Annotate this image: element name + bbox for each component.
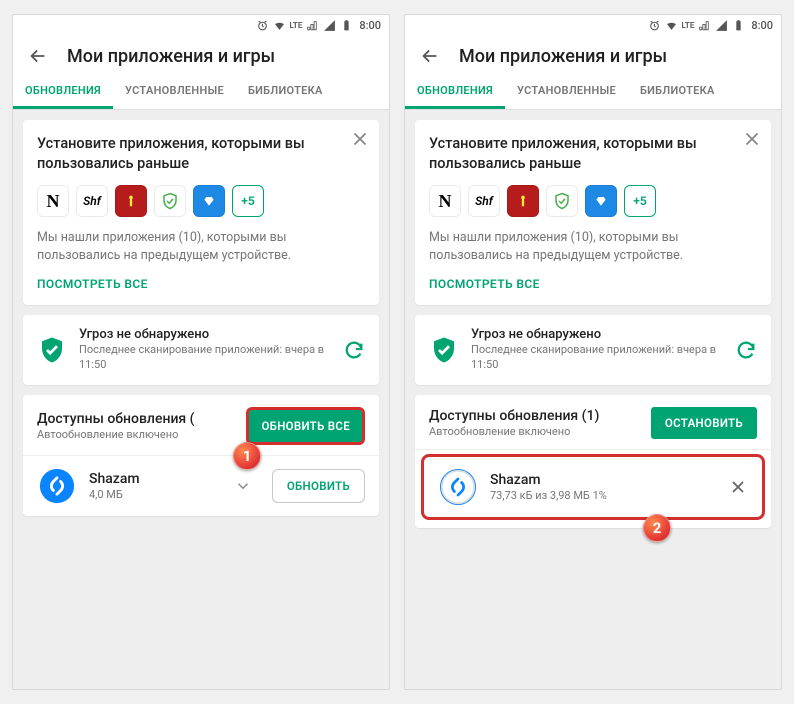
tab-installed[interactable]: УСТАНОВЛЕННЫЕ: [505, 73, 628, 109]
callout-2: 2: [643, 514, 671, 542]
phone-left: LTE 8:00 Мои приложения и игры ОБНОВЛЕНИ…: [12, 14, 390, 690]
status-bar: LTE 8:00: [13, 15, 389, 35]
signal-icon-2: [715, 19, 728, 32]
suggest-app-icons: N Shf +5: [429, 185, 757, 217]
view-all-button[interactable]: ПОСМОТРЕТЬ ВСЕ: [429, 277, 757, 291]
scan-card: Угроз не обнаружено Последнее сканирован…: [23, 315, 379, 385]
header: Мои приложения и игры: [13, 35, 389, 73]
suggestion-card: Установите приложения, которыми вы польз…: [23, 120, 379, 305]
app-icon-2[interactable]: Shf: [76, 185, 108, 217]
app-icon-more[interactable]: +5: [624, 185, 656, 217]
lte-label: LTE: [682, 21, 695, 30]
back-icon[interactable]: [27, 45, 49, 67]
status-bar: LTE 8:00: [405, 15, 781, 35]
tab-installed[interactable]: УСТАНОВЛЕННЫЕ: [113, 73, 236, 109]
tab-updates[interactable]: ОБНОВЛЕНИЯ: [13, 73, 113, 109]
tab-library[interactable]: БИБЛИОТЕКА: [236, 73, 335, 109]
app-row-shazam-downloading[interactable]: Shazam 73,73 кБ из 3,98 МБ 1%: [421, 454, 765, 520]
app-icon-more[interactable]: +5: [232, 185, 264, 217]
signal-icon: [698, 19, 711, 32]
signal-icon-2: [323, 19, 336, 32]
tabs: ОБНОВЛЕНИЯ УСТАНОВЛЕННЫЕ БИБЛИОТЕКА: [13, 73, 389, 110]
suggest-title: Установите приложения, которыми вы польз…: [37, 134, 365, 173]
scan-subtitle: Последнее сканирование приложений: вчера…: [471, 343, 723, 373]
view-all-button[interactable]: ПОСМОТРЕТЬ ВСЕ: [37, 277, 365, 291]
content: Установите приложения, которыми вы польз…: [405, 110, 781, 689]
app-name: Shazam: [89, 471, 222, 487]
content: Установите приложения, которыми вы польз…: [13, 110, 389, 689]
app-icon-3[interactable]: [115, 185, 147, 217]
app-icon-4[interactable]: [546, 185, 578, 217]
chevron-down-icon[interactable]: [234, 477, 252, 495]
suggest-app-icons: N Shf +5: [37, 185, 365, 217]
shazam-icon: [37, 466, 77, 506]
scan-subtitle: Последнее сканирование приложений: вчера…: [79, 343, 331, 373]
suggest-desc: Мы нашли приложения (10), которыми вы по…: [37, 229, 365, 265]
shield-check-icon: [37, 335, 67, 365]
app-icon-3[interactable]: [507, 185, 539, 217]
shield-check-icon: [429, 335, 459, 365]
app-icon-notion[interactable]: N: [429, 185, 461, 217]
updates-title: Доступны обновления (: [37, 411, 195, 427]
shazam-icon: [438, 467, 478, 507]
updates-subtitle: Автообновление включено: [37, 428, 195, 441]
phone-right: LTE 8:00 Мои приложения и игры ОБНОВЛЕНИ…: [404, 14, 782, 690]
refresh-icon[interactable]: [735, 339, 757, 361]
updates-card: Доступны обновления ( Автообновление вкл…: [23, 395, 379, 516]
clock: 8:00: [751, 19, 773, 32]
app-size: 4,0 МБ: [89, 488, 222, 501]
suggest-desc: Мы нашли приложения (10), которыми вы по…: [429, 229, 757, 265]
app-icon-2[interactable]: Shf: [468, 185, 500, 217]
scan-text: Угроз не обнаружено Последнее сканирован…: [471, 327, 723, 373]
scan-card: Угроз не обнаружено Последнее сканирован…: [415, 315, 771, 385]
alarm-icon: [256, 19, 269, 32]
cancel-download-icon[interactable]: [728, 477, 748, 497]
close-icon[interactable]: [741, 128, 763, 150]
header: Мои приложения и игры: [405, 35, 781, 73]
close-icon[interactable]: [349, 128, 371, 150]
refresh-icon[interactable]: [343, 339, 365, 361]
tab-updates[interactable]: ОБНОВЛЕНИЯ: [405, 73, 505, 109]
page-title: Мои приложения и игры: [67, 46, 275, 67]
wifi-icon: [665, 19, 678, 32]
callout-1: 1: [233, 442, 261, 470]
alarm-icon: [648, 19, 661, 32]
app-icon-5[interactable]: [193, 185, 225, 217]
clock: 8:00: [359, 19, 381, 32]
wifi-icon: [273, 19, 286, 32]
scan-text: Угроз не обнаружено Последнее сканирован…: [79, 327, 331, 373]
app-name: Shazam: [490, 472, 716, 488]
page-title: Мои приложения и игры: [459, 46, 667, 67]
tab-library[interactable]: БИБЛИОТЕКА: [628, 73, 727, 109]
lte-label: LTE: [290, 21, 303, 30]
scan-title: Угроз не обнаружено: [79, 327, 331, 342]
updates-subtitle: Автообновление включено: [429, 425, 599, 438]
suggestion-card: Установите приложения, которыми вы польз…: [415, 120, 771, 305]
stop-button[interactable]: ОСТАНОВИТЬ: [651, 407, 757, 439]
updates-title: Доступны обновления (1): [429, 408, 599, 424]
app-icon-4[interactable]: [154, 185, 186, 217]
back-icon[interactable]: [419, 45, 441, 67]
battery-icon: [340, 19, 353, 32]
tabs: ОБНОВЛЕНИЯ УСТАНОВЛЕННЫЕ БИБЛИОТЕКА: [405, 73, 781, 110]
signal-icon: [306, 19, 319, 32]
suggest-title: Установите приложения, которыми вы польз…: [429, 134, 757, 173]
update-all-button[interactable]: ОБНОВИТЬ ВСЕ: [246, 407, 365, 445]
scan-title: Угроз не обнаружено: [471, 327, 723, 342]
updates-card: Доступны обновления (1) Автообновление в…: [415, 395, 771, 528]
battery-icon: [732, 19, 745, 32]
app-icon-5[interactable]: [585, 185, 617, 217]
app-icon-notion[interactable]: N: [37, 185, 69, 217]
app-row-shazam[interactable]: Shazam 4,0 МБ ОБНОВИТЬ 1: [23, 456, 379, 516]
app-progress: 73,73 кБ из 3,98 МБ 1%: [490, 489, 716, 502]
update-button[interactable]: ОБНОВИТЬ: [272, 469, 365, 503]
